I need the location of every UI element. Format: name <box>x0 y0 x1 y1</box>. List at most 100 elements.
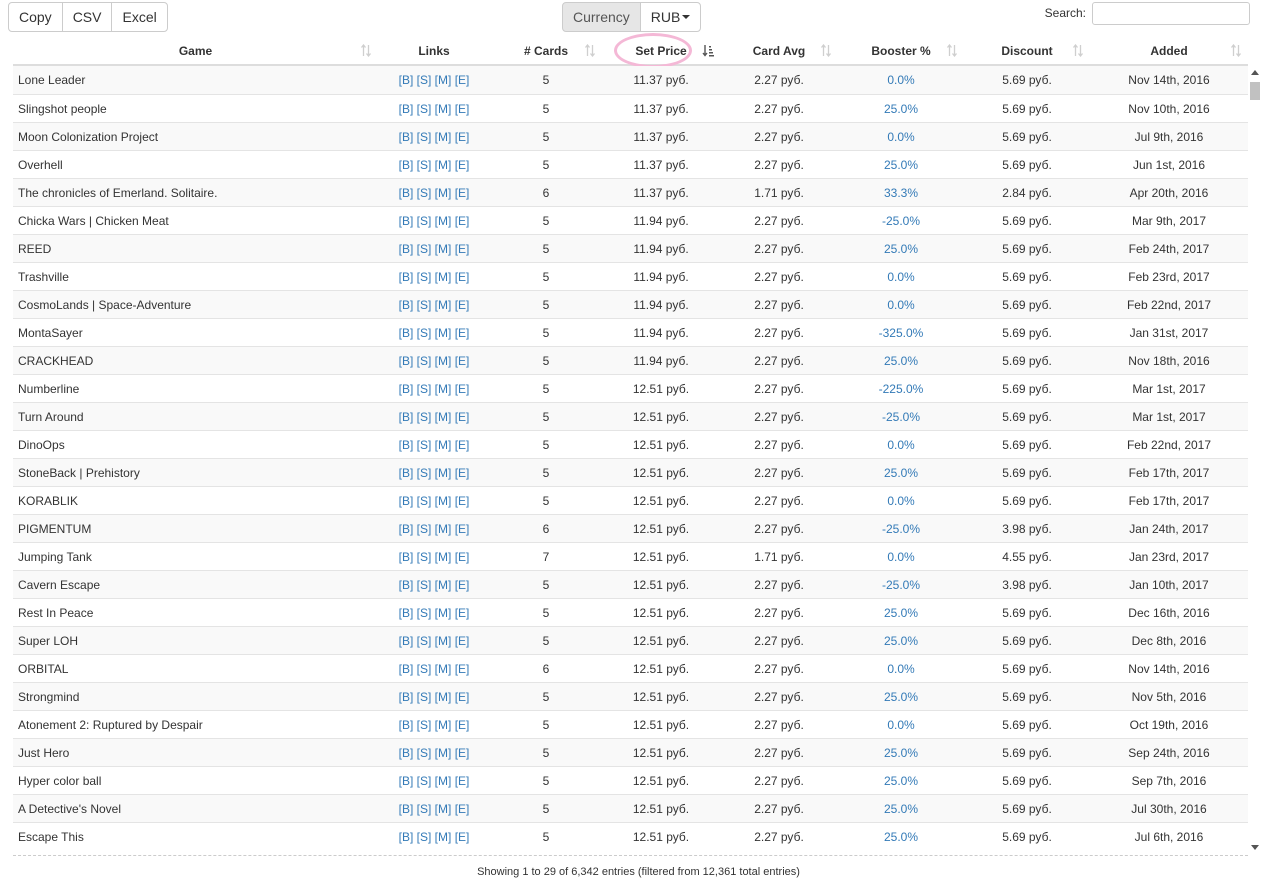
market-link[interactable]: [M] <box>435 578 452 592</box>
market-link[interactable]: [M] <box>435 270 452 284</box>
store-link[interactable]: [S] <box>417 690 432 704</box>
column-header-discount[interactable]: Discount <box>964 37 1090 64</box>
store-link[interactable]: [S] <box>417 186 432 200</box>
store-link[interactable]: [S] <box>417 270 432 284</box>
exchange-link[interactable]: [E] <box>455 830 470 844</box>
store-link[interactable]: [S] <box>417 382 432 396</box>
market-link[interactable]: [M] <box>435 382 452 396</box>
market-link[interactable]: [M] <box>435 466 452 480</box>
exchange-link[interactable]: [E] <box>455 298 470 312</box>
badge-link[interactable]: [B] <box>399 102 414 116</box>
scrollbar-thumb[interactable] <box>1250 82 1260 100</box>
store-link[interactable]: [S] <box>417 298 432 312</box>
badge-link[interactable]: [B] <box>399 550 414 564</box>
excel-button[interactable]: Excel <box>111 2 168 32</box>
badge-link[interactable]: [B] <box>399 270 414 284</box>
csv-button[interactable]: CSV <box>61 2 113 32</box>
badge-link[interactable]: [B] <box>399 494 414 508</box>
badge-link[interactable]: [B] <box>399 438 414 452</box>
exchange-link[interactable]: [E] <box>455 73 470 87</box>
store-link[interactable]: [S] <box>417 774 432 788</box>
copy-button[interactable]: Copy <box>8 2 63 32</box>
market-link[interactable]: [M] <box>435 634 452 648</box>
store-link[interactable]: [S] <box>417 578 432 592</box>
badge-link[interactable]: [B] <box>399 746 414 760</box>
store-link[interactable]: [S] <box>417 242 432 256</box>
exchange-link[interactable]: [E] <box>455 634 470 648</box>
badge-link[interactable]: [B] <box>399 690 414 704</box>
badge-link[interactable]: [B] <box>399 214 414 228</box>
exchange-link[interactable]: [E] <box>455 438 470 452</box>
market-link[interactable]: [M] <box>435 73 452 87</box>
exchange-link[interactable]: [E] <box>455 214 470 228</box>
market-link[interactable]: [M] <box>435 102 452 116</box>
store-link[interactable]: [S] <box>417 718 432 732</box>
exchange-link[interactable]: [E] <box>455 186 470 200</box>
market-link[interactable]: [M] <box>435 830 452 844</box>
store-link[interactable]: [S] <box>417 466 432 480</box>
badge-link[interactable]: [B] <box>399 830 414 844</box>
badge-link[interactable]: [B] <box>399 634 414 648</box>
column-header-game[interactable]: Game <box>13 37 378 64</box>
store-link[interactable]: [S] <box>417 438 432 452</box>
market-link[interactable]: [M] <box>435 662 452 676</box>
exchange-link[interactable]: [E] <box>455 746 470 760</box>
badge-link[interactable]: [B] <box>399 326 414 340</box>
store-link[interactable]: [S] <box>417 634 432 648</box>
store-link[interactable]: [S] <box>417 662 432 676</box>
market-link[interactable]: [M] <box>435 606 452 620</box>
exchange-link[interactable]: [E] <box>455 410 470 424</box>
market-link[interactable]: [M] <box>435 522 452 536</box>
exchange-link[interactable]: [E] <box>455 494 470 508</box>
store-link[interactable]: [S] <box>417 158 432 172</box>
store-link[interactable]: [S] <box>417 130 432 144</box>
exchange-link[interactable]: [E] <box>455 102 470 116</box>
exchange-link[interactable]: [E] <box>455 354 470 368</box>
store-link[interactable]: [S] <box>417 214 432 228</box>
column-header-card-avg[interactable]: Card Avg <box>720 37 838 64</box>
currency-dropdown[interactable]: RUB <box>639 2 702 32</box>
market-link[interactable]: [M] <box>435 130 452 144</box>
store-link[interactable]: [S] <box>417 354 432 368</box>
store-link[interactable]: [S] <box>417 410 432 424</box>
market-link[interactable]: [M] <box>435 774 452 788</box>
badge-link[interactable]: [B] <box>399 802 414 816</box>
badge-link[interactable]: [B] <box>399 130 414 144</box>
store-link[interactable]: [S] <box>417 522 432 536</box>
badge-link[interactable]: [B] <box>399 158 414 172</box>
store-link[interactable]: [S] <box>417 326 432 340</box>
market-link[interactable]: [M] <box>435 550 452 564</box>
exchange-link[interactable]: [E] <box>455 718 470 732</box>
exchange-link[interactable]: [E] <box>455 130 470 144</box>
badge-link[interactable]: [B] <box>399 466 414 480</box>
badge-link[interactable]: [B] <box>399 606 414 620</box>
badge-link[interactable]: [B] <box>399 522 414 536</box>
market-link[interactable]: [M] <box>435 410 452 424</box>
column-header-cards[interactable]: # Cards <box>490 37 602 64</box>
badge-link[interactable]: [B] <box>399 298 414 312</box>
column-header-set-price[interactable]: Set Price <box>602 37 720 64</box>
badge-link[interactable]: [B] <box>399 73 414 87</box>
search-input[interactable] <box>1092 2 1250 25</box>
badge-link[interactable]: [B] <box>399 242 414 256</box>
store-link[interactable]: [S] <box>417 830 432 844</box>
scroll-up-arrow-icon[interactable] <box>1251 70 1259 75</box>
badge-link[interactable]: [B] <box>399 186 414 200</box>
exchange-link[interactable]: [E] <box>455 802 470 816</box>
exchange-link[interactable]: [E] <box>455 466 470 480</box>
exchange-link[interactable]: [E] <box>455 550 470 564</box>
exchange-link[interactable]: [E] <box>455 522 470 536</box>
market-link[interactable]: [M] <box>435 438 452 452</box>
exchange-link[interactable]: [E] <box>455 690 470 704</box>
store-link[interactable]: [S] <box>417 550 432 564</box>
market-link[interactable]: [M] <box>435 802 452 816</box>
store-link[interactable]: [S] <box>417 746 432 760</box>
exchange-link[interactable]: [E] <box>455 662 470 676</box>
column-header-booster[interactable]: Booster % <box>838 37 964 64</box>
badge-link[interactable]: [B] <box>399 662 414 676</box>
exchange-link[interactable]: [E] <box>455 606 470 620</box>
exchange-link[interactable]: [E] <box>455 158 470 172</box>
badge-link[interactable]: [B] <box>399 718 414 732</box>
badge-link[interactable]: [B] <box>399 410 414 424</box>
market-link[interactable]: [M] <box>435 214 452 228</box>
